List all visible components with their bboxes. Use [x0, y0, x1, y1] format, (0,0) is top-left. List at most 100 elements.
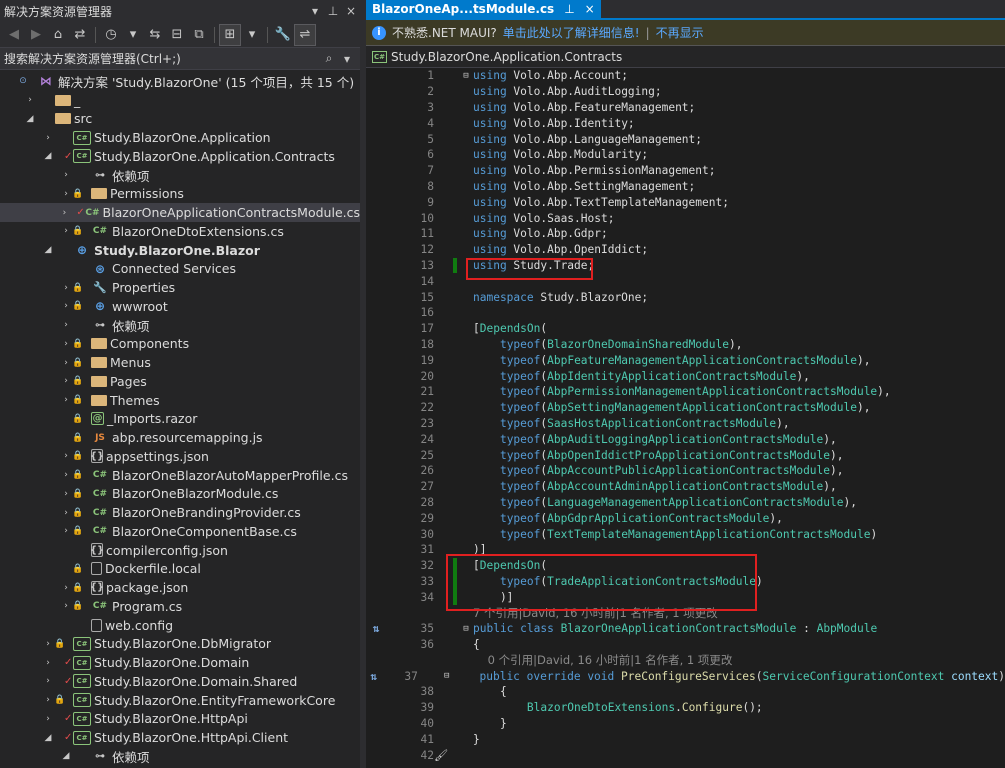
tree-item[interactable]: › ⊶ 依赖项	[0, 316, 360, 335]
back-icon[interactable]: ◀	[4, 25, 24, 45]
code-line[interactable]: 2 using Volo.Abp.AuditLogging;	[366, 84, 1005, 100]
collapsed-chevron-icon[interactable]: ›	[42, 695, 54, 705]
collapsed-chevron-icon[interactable]: ›	[42, 676, 54, 686]
navigation-bar[interactable]: C# Study.BlazorOne.Application.Contracts	[366, 46, 1005, 68]
code-line[interactable]: 18 typeof(BlazorOneDomainSharedModule),	[366, 337, 1005, 353]
tree-item[interactable]: › 🔒 {} appsettings.json	[0, 447, 360, 466]
collapsed-chevron-icon[interactable]: ›	[60, 208, 69, 218]
code-line[interactable]: 24 typeof(AbpAuditLoggingApplicationCont…	[366, 431, 1005, 447]
collapsed-chevron-icon[interactable]: ›	[60, 226, 72, 236]
code-line[interactable]: 5 using Volo.Abp.LanguageManagement;	[366, 131, 1005, 147]
tree-item[interactable]: › 🔒 C# BlazorOneBlazorAutoMapperProfile.cs	[0, 466, 360, 485]
collapsed-chevron-icon[interactable]: ›	[60, 301, 72, 311]
dropdown-arrow-icon[interactable]: ▾	[242, 25, 262, 45]
tree-item[interactable]: › 🔒 C# Study.BlazorOne.EntityFrameworkCore	[0, 691, 360, 710]
tree-item[interactable]: › 🔒 ⊕ wwwroot	[0, 297, 360, 316]
code-line[interactable]: 26 typeof(AbpAccountPublicApplicationCon…	[366, 463, 1005, 479]
collapsed-chevron-icon[interactable]: ›	[42, 658, 54, 668]
tree-item[interactable]: › 🔒 🔧 Properties	[0, 278, 360, 297]
close-tab-icon[interactable]: ×	[585, 2, 595, 16]
collapsed-chevron-icon[interactable]: ›	[60, 339, 72, 349]
collapsed-chevron-icon[interactable]: ›	[60, 470, 72, 480]
collapsed-chevron-icon[interactable]: ›	[60, 358, 72, 368]
tree-item[interactable]: ◢ ⊕ Study.BlazorOne.Blazor	[0, 241, 360, 260]
search-icon[interactable]: ⌕	[320, 51, 338, 66]
tree-item[interactable]: ◢ ✓ C# Study.BlazorOne.Application.Contract…	[0, 147, 360, 166]
expanded-chevron-icon[interactable]: ◢	[60, 751, 72, 761]
close-icon[interactable]: ×	[342, 4, 360, 18]
collapse-all-icon[interactable]: ⊟	[167, 25, 187, 45]
collapsed-chevron-icon[interactable]: ›	[60, 320, 72, 330]
code-line[interactable]: 12 using Volo.Abp.OpenIddict;	[366, 242, 1005, 258]
code-line[interactable]: 16	[366, 305, 1005, 321]
tree-item[interactable]: › ⊶ 依赖项	[0, 166, 360, 185]
tab-blazoroneapplicationcontractsmodule[interactable]: BlazorOneAp...tsModule.cs ⊥ ×	[366, 0, 601, 18]
properties-wrench-icon[interactable]: 🔧	[273, 25, 293, 45]
solution-explorer-search[interactable]: 搜索解决方案资源管理器(Ctrl+;) ⌕ ▾	[0, 48, 360, 70]
home-icon[interactable]: ⌂	[48, 25, 68, 45]
code-line[interactable]: 1 ⊟ using Volo.Abp.Account;	[366, 68, 1005, 84]
collapsed-chevron-icon[interactable]: ›	[42, 639, 54, 649]
tree-item[interactable]: › 🔒 Pages	[0, 372, 360, 391]
tree-item[interactable]: 🔒 JS abp.resourcemapping.js	[0, 428, 360, 447]
fold-toggle-icon[interactable]: ⊟	[461, 624, 471, 634]
code-line[interactable]: 42 🖌	[366, 747, 1005, 763]
code-line[interactable]: 9 using Volo.Abp.TextTemplateManagement;	[366, 194, 1005, 210]
fold-toggle-icon[interactable]: ⊟	[461, 71, 471, 81]
tree-item[interactable]: ⊙ ⋈ 解决方案 'Study.BlazorOne' (15 个项目，共 15 个)	[0, 72, 360, 91]
tree-item[interactable]: › 🔒 C# BlazorOneBrandingProvider.cs	[0, 503, 360, 522]
tree-item[interactable]: › ✓ C# Study.BlazorOne.Domain	[0, 653, 360, 672]
collapsed-chevron-icon[interactable]: ›	[60, 489, 72, 499]
expanded-chevron-icon[interactable]: ◢	[24, 114, 36, 124]
code-line[interactable]: 40 }	[366, 716, 1005, 732]
tree-item[interactable]: ◢ ✓ C# Study.BlazorOne.HttpApi.Client	[0, 728, 360, 747]
collapsed-chevron-icon[interactable]: ›	[60, 283, 72, 293]
tree-item[interactable]: › ✓ C# Study.BlazorOne.Domain.Shared	[0, 672, 360, 691]
tree-item[interactable]: 🔒 @ _Imports.razor	[0, 410, 360, 429]
collapsed-chevron-icon[interactable]: ›	[60, 508, 72, 518]
code-line[interactable]: 7 using Volo.Abp.PermissionManagement;	[366, 163, 1005, 179]
expanded-chevron-icon[interactable]: ◢	[42, 245, 54, 255]
code-line[interactable]: 13 using Study.Trade;	[366, 257, 1005, 274]
code-line[interactable]: 6 using Volo.Abp.Modularity;	[366, 147, 1005, 163]
pin-icon[interactable]: ⊥	[324, 4, 342, 18]
quick-actions-brush-icon[interactable]: 🖌	[434, 749, 448, 762]
tree-item[interactable]: › _	[0, 91, 360, 110]
switch-views-icon[interactable]: ⇄	[70, 25, 90, 45]
dropdown-arrow-icon[interactable]: ▾	[123, 25, 143, 45]
code-line[interactable]: 11 using Volo.Abp.Gdpr;	[366, 226, 1005, 242]
collapsed-chevron-icon[interactable]: ›	[60, 601, 72, 611]
forward-icon[interactable]: ▶	[26, 25, 46, 45]
window-position-dropdown-icon[interactable]: ▾	[306, 4, 324, 18]
code-line[interactable]: 21 typeof(AbpPermissionManagementApplica…	[366, 384, 1005, 400]
preview-selected-items-icon[interactable]: ⊞	[219, 23, 241, 46]
code-line[interactable]: 29 typeof(AbpGdprApplicationContractsMod…	[366, 510, 1005, 526]
codelens-line[interactable]: 0 个引用|David, 16 小时前|1 名作者, 1 项更改	[366, 652, 1005, 668]
code-line[interactable]: 3 using Volo.Abp.FeatureManagement;	[366, 100, 1005, 116]
code-line[interactable]: 22 typeof(AbpSettingManagementApplicatio…	[366, 400, 1005, 416]
code-line[interactable]: 4 using Volo.Abp.Identity;	[366, 115, 1005, 131]
dont-show-again-link[interactable]: 不再显示	[656, 24, 704, 41]
project-scope-dropdown[interactable]: Study.BlazorOne.Application.Contracts	[391, 50, 622, 64]
git-changes-icon[interactable]: ⇌	[294, 23, 316, 46]
tree-item[interactable]: ◢ src	[0, 110, 360, 129]
tree-item[interactable]: › 🔒 C# BlazorOneDtoExtensions.cs	[0, 222, 360, 241]
search-input[interactable]: 搜索解决方案资源管理器(Ctrl+;)	[4, 50, 320, 67]
code-line[interactable]: 41}	[366, 731, 1005, 747]
code-line[interactable]: 39 BlazorOneDtoExtensions.Configure();	[366, 700, 1005, 716]
tree-item[interactable]: › ✓ C# Study.BlazorOne.HttpApi	[0, 710, 360, 729]
collapsed-chevron-icon[interactable]: ›	[60, 583, 72, 593]
code-line[interactable]: 10 using Volo.Saas.Host;	[366, 210, 1005, 226]
tree-item[interactable]: ◢ ⊶ 依赖项	[0, 747, 360, 766]
pin-tab-icon[interactable]: ⊥	[564, 2, 574, 16]
tree-item[interactable]: › C# Study.BlazorOne.Application	[0, 128, 360, 147]
code-line[interactable]: 19 typeof(AbpFeatureManagementApplicatio…	[366, 352, 1005, 368]
code-line[interactable]: 14	[366, 273, 1005, 289]
code-line[interactable]: 38 {	[366, 684, 1005, 700]
tree-item[interactable]: 🔒 Dockerfile.local	[0, 560, 360, 579]
tree-item[interactable]: web.config	[0, 616, 360, 635]
code-line[interactable]: 8 using Volo.Abp.SettingManagement;	[366, 179, 1005, 195]
tree-item[interactable]: › 🔒 Permissions	[0, 185, 360, 204]
learn-more-link[interactable]: 单击此处以了解详细信息!	[503, 24, 640, 41]
sync-with-active-document-icon[interactable]: ⇆	[145, 25, 165, 45]
